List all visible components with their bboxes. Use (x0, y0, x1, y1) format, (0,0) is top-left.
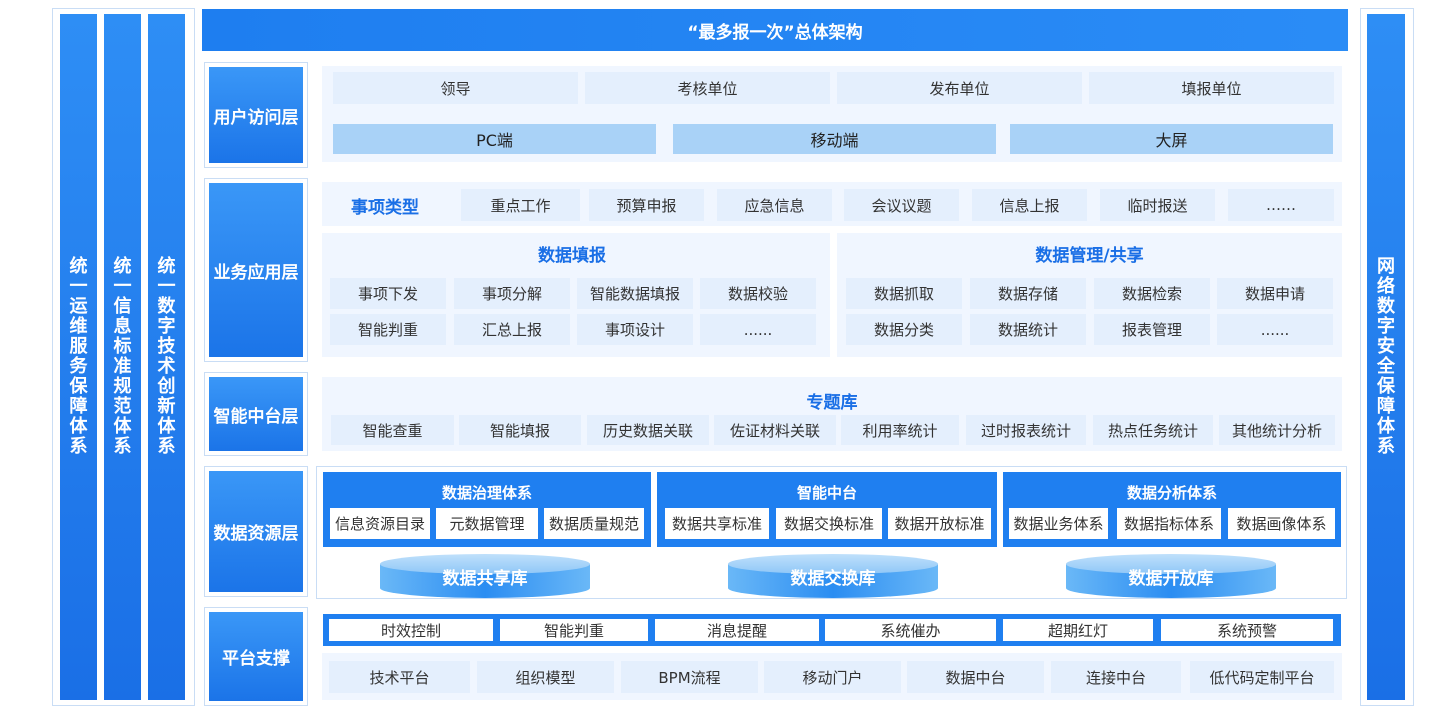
platform-bottom-item: 连接中台 (1051, 661, 1181, 693)
share-db-cylinder: 数据共享库 (380, 554, 590, 598)
fill-item: 数据校验 (700, 278, 816, 309)
matter-type-label: 事项类型 (351, 197, 419, 218)
page-title: “最多报一次”总体架构 (202, 9, 1348, 51)
matter-type-meeting: 会议议题 (844, 189, 959, 221)
analysis-title: 数据分析体系 (1126, 484, 1217, 502)
manage-item: 数据抓取 (846, 278, 962, 309)
smart-middle-item: 数据交换标准 (776, 508, 882, 539)
smart-middle-title: 智能中台 (796, 484, 857, 502)
governance-item: 数据质量规范 (544, 508, 644, 539)
manage-item: 数据申请 (1217, 278, 1333, 309)
user-layer-label: 用户访问层 (209, 67, 303, 163)
data-fill-title: 数据填报 (538, 245, 606, 266)
middle-layer-label: 智能中台层 (209, 377, 303, 451)
platform-bottom-item: BPM流程 (621, 661, 758, 693)
exchange-db-label: 数据交换库 (790, 569, 876, 589)
manage-item: 报表管理 (1094, 314, 1210, 345)
role-leader: 领导 (333, 72, 578, 104)
platform-bottom-item: 低代码定制平台 (1190, 661, 1334, 693)
platform-top-item: 时效控制 (329, 619, 493, 641)
middle-item: 智能填报 (459, 415, 581, 445)
platform-top-item: 超期红灯 (1003, 619, 1153, 641)
analysis-item: 数据指标体系 (1117, 508, 1221, 539)
resource-layer-label: 数据资源层 (209, 471, 303, 592)
manage-item: 数据统计 (970, 314, 1086, 345)
platform-bottom-item: 技术平台 (329, 661, 470, 693)
fill-item: 事项下发 (330, 278, 446, 309)
platform-top-item: 智能判重 (500, 619, 648, 641)
middle-item: 利用率统计 (841, 415, 959, 445)
smart-middle-item: 数据共享标准 (665, 508, 769, 539)
manage-item: 数据存储 (970, 278, 1086, 309)
middle-item: 佐证材料关联 (714, 415, 836, 445)
matter-type-more: …… (1228, 189, 1334, 221)
matter-type-temp: 临时报送 (1100, 189, 1215, 221)
terminal-pc: PC端 (333, 124, 656, 154)
matter-type-budget: 预算申报 (589, 189, 704, 221)
business-layer-label: 业务应用层 (209, 183, 303, 357)
fill-item: 事项设计 (577, 314, 693, 345)
platform-bottom-item: 移动门户 (764, 661, 901, 693)
middle-item: 过时报表统计 (966, 415, 1086, 445)
left-system-ops: 统一运维服务保障体系 (60, 14, 97, 700)
exchange-db-cylinder: 数据交换库 (728, 554, 938, 598)
smart-middle-item: 数据开放标准 (888, 508, 991, 539)
middle-item: 历史数据关联 (587, 415, 709, 445)
matter-type-key-work: 重点工作 (461, 189, 580, 221)
terminal-mobile: 移动端 (673, 124, 996, 154)
governance-title: 数据治理体系 (441, 484, 532, 502)
platform-bottom-item: 数据中台 (907, 661, 1044, 693)
governance-item: 信息资源目录 (330, 508, 430, 539)
fill-item: 智能数据填报 (577, 278, 693, 309)
share-db-label: 数据共享库 (442, 569, 528, 589)
governance-item: 元数据管理 (436, 508, 538, 539)
middle-item: 其他统计分析 (1219, 415, 1335, 445)
manage-item: 数据分类 (846, 314, 962, 345)
fill-item: 智能判重 (330, 314, 446, 345)
analysis-item: 数据画像体系 (1228, 508, 1335, 539)
middle-item: 智能查重 (331, 415, 454, 445)
platform-layer-label: 平台支撑 (209, 612, 303, 701)
fill-item: 汇总上报 (454, 314, 570, 345)
fill-item: 事项分解 (454, 278, 570, 309)
role-assessment-unit: 考核单位 (585, 72, 830, 104)
open-db-cylinder: 数据开放库 (1066, 554, 1276, 598)
terminal-bigscreen: 大屏 (1010, 124, 1333, 154)
platform-bottom-item: 组织模型 (477, 661, 614, 693)
open-db-label: 数据开放库 (1128, 569, 1214, 589)
middle-item: 热点任务统计 (1093, 415, 1213, 445)
manage-item: ...... (1217, 314, 1333, 345)
platform-top-item: 系统预警 (1161, 619, 1333, 641)
right-system-security: 网络数字安全保障体系 (1367, 14, 1405, 700)
data-manage-title: 数据管理/共享 (1035, 245, 1144, 266)
platform-top-item: 消息提醒 (655, 619, 819, 641)
manage-item: 数据检索 (1094, 278, 1210, 309)
matter-type-report: 信息上报 (972, 189, 1087, 221)
role-publish-unit: 发布单位 (837, 72, 1082, 104)
left-system-standard: 统一信息标准规范体系 (104, 14, 141, 700)
left-system-tech: 统一数字技术创新体系 (148, 14, 185, 700)
platform-top-item: 系统催办 (825, 619, 996, 641)
role-fill-unit: 填报单位 (1089, 72, 1334, 104)
matter-type-emergency: 应急信息 (717, 189, 832, 221)
analysis-item: 数据业务体系 (1009, 508, 1108, 539)
fill-item: ...... (700, 314, 816, 345)
topic-library-title: 专题库 (806, 392, 858, 413)
